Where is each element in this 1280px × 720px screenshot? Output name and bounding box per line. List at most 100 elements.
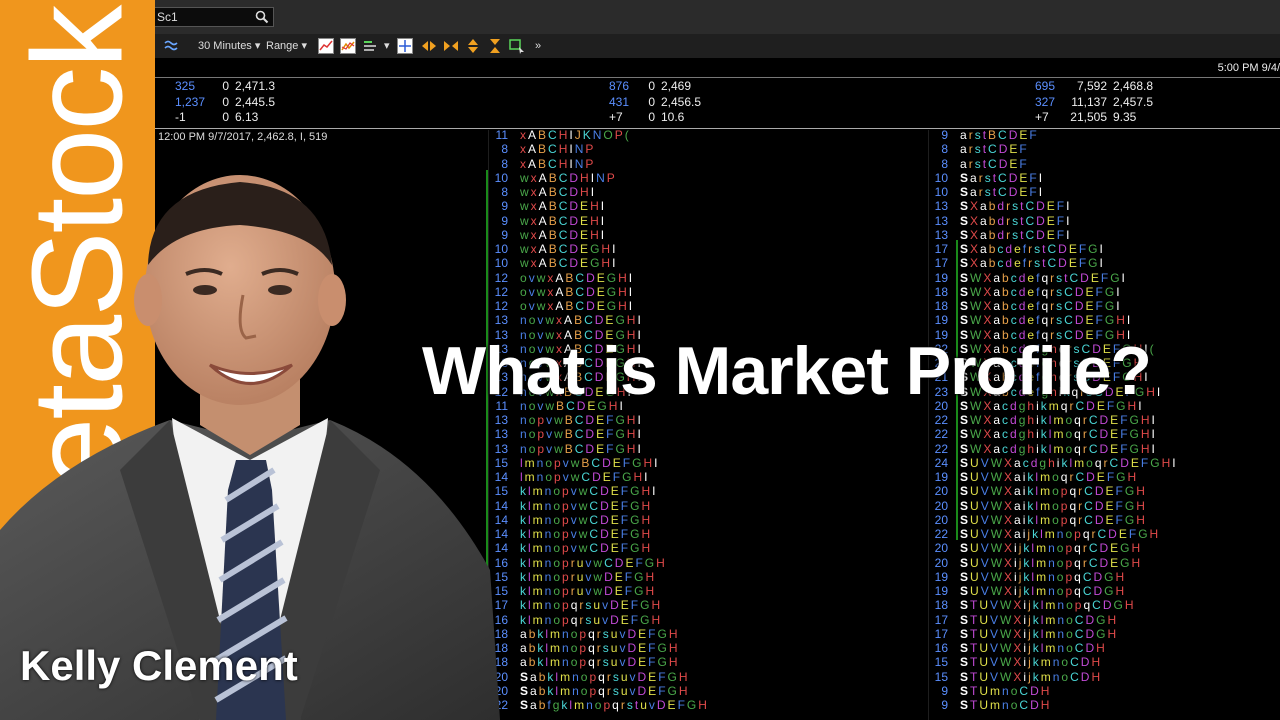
tpo-count: 18: [934, 598, 948, 613]
zoom-vertical-icon[interactable]: [487, 38, 503, 54]
profile-row: 14 klmnopvwCDEFGH: [484, 513, 709, 527]
tpo-letters: STUVWXijklmnoCDH: [960, 641, 1107, 655]
select-tool-icon[interactable]: [509, 38, 525, 54]
line-chart-icon[interactable]: [318, 38, 334, 54]
tpo-count: 17: [934, 626, 948, 641]
tpo-count: 20: [934, 555, 948, 570]
tpo-count: 9: [941, 698, 948, 712]
profile-row: 15 lmnopvwBCDEFGHI: [484, 456, 709, 470]
quote-row: 876 0 2,469: [609, 79, 692, 93]
profile-row: 9 wxABCDEHI: [484, 214, 709, 228]
profile-row: 18 abklmnopqrsuvDEFGH: [484, 627, 709, 641]
tpo-letters: SWXabcdefqrstCDEFGI: [960, 270, 1127, 285]
profile-row: 13 SXabdrstCDEFI: [924, 199, 1178, 213]
tpo-letters: SXabdrstCDEFI: [960, 213, 1072, 228]
profile-row: 14 klmnopvwCDEFGH: [484, 541, 709, 555]
tpo-count: 9: [941, 683, 948, 698]
quote-row: +7 21,505 9.35: [1035, 110, 1137, 124]
profile-row: 20 SUVWXaiklmopqrCDEFGH: [924, 513, 1178, 527]
profile-row: 15 STUVWXijkmnoCDH: [924, 655, 1178, 669]
profile-row: 16 klmnopqrsuvDEFGH: [484, 613, 709, 627]
tpo-letters: SUVWXaiklmopqrCDEFGH: [960, 484, 1147, 499]
profile-row: 16 klmnopruvwCDEFGH: [484, 556, 709, 570]
profile-row: 17 klmnopqrsuvDEFGH: [484, 598, 709, 612]
tpo-letters: SWXabcdefqrsCDEFGI: [960, 284, 1122, 299]
presenter-name: Kelly Clement: [20, 642, 298, 689]
profile-row: 14 klmnopvwCDEFGH: [484, 499, 709, 513]
tpo-letters: xABCHINP: [520, 156, 596, 171]
tpo-letters: xABCHIJKNOP(: [520, 128, 631, 142]
tpo-letters: klmnopruvwDEFGH: [520, 584, 657, 598]
profile-row: 22 SWXacdghiklmoqrCDEFGHI: [924, 427, 1178, 441]
tpo-letters: wxABCDEGHI: [520, 242, 618, 256]
profile-row: 10 wxABCDEGHI: [484, 256, 709, 270]
compare-chart-icon[interactable]: [340, 38, 356, 54]
tpo-count: 15: [934, 655, 948, 670]
profile-row: 16 STUVWXijklmnoCDH: [924, 641, 1178, 655]
tpo-letters: klmnopvwCDEFGH: [520, 498, 653, 513]
profile-row: 8 arstCDEF: [924, 142, 1178, 156]
tpo-count: 20: [934, 498, 948, 513]
profile-row: 18 abklmnopqrsuvDEFGH: [484, 641, 709, 655]
tpo-count: 8: [501, 156, 508, 171]
profile-row: 8 arstCDEF: [924, 157, 1178, 171]
profile-row: 14 klmnopvwCDEFGH: [484, 527, 709, 541]
scroll-left-right-icon[interactable]: [421, 38, 437, 54]
profile-row: 19 SUVWXaiklmoqrCDEFGH: [924, 470, 1178, 484]
chart-toolbar: 30 Minutes ▾ Range ▾ ▾ »: [0, 34, 1280, 58]
indicator-icon[interactable]: [362, 38, 378, 54]
tpo-letters: abklmnopqrsuvDEFGH: [520, 626, 680, 641]
tpo-letters: STUmnoCDH: [960, 698, 1052, 712]
tpo-letters: wxABCDEHI: [520, 213, 607, 228]
tpo-letters: arstCDEF: [960, 142, 1029, 157]
crosshair-icon[interactable]: [397, 38, 413, 54]
tpo-letters: SUVWXacdghiklmoqrCDEFGHI: [960, 455, 1178, 470]
tpo-count: 20: [934, 541, 948, 556]
tpo-count: 8: [941, 142, 948, 157]
search-icon[interactable]: [255, 10, 269, 24]
tpo-letters: ovwxABCDEGHI: [520, 284, 635, 299]
tpo-count: 9: [941, 128, 948, 142]
tpo-letters: SarstCDEFI: [960, 170, 1045, 185]
symbol-search-field[interactable]: Sc1: [150, 7, 274, 27]
profile-row: 8 xABCHINP: [484, 142, 709, 156]
profile-row: 19 SUVWXijklmnopqCDGH: [924, 570, 1178, 584]
tpo-letters: arstBCDEF: [960, 128, 1039, 142]
quote-row: +7 0 10.6: [609, 110, 685, 124]
tpo-letters: STUVWXijkmnoCDH: [960, 669, 1103, 684]
interval-dropdown[interactable]: 30 Minutes ▾: [198, 38, 260, 54]
market-profile-left: 11 xABCHIJKNOP(8 xABCHINP 8 xABCHINP 10 wxABCD…: [484, 128, 709, 712]
tpo-letters: nopvwBCDEFGHI: [520, 413, 643, 427]
profile-row: 15 klmnopruvwDEFGH: [484, 570, 709, 584]
profile-row: 9 wxABCDEHI: [484, 228, 709, 242]
profile-row: 15 klmnopvwCDEFGHI: [484, 484, 709, 498]
tpo-letters: SUVWXijklmnopqrCDEGH: [960, 555, 1143, 570]
quote-block-2: 876 0 2,469 431 0 2,456.5 +7 0 10.6: [609, 79, 701, 126]
tpo-count: 8: [501, 142, 508, 157]
tpo-count: 11: [495, 128, 508, 142]
profile-row: 18 SWXabcdefqrsCDEFGI: [924, 285, 1178, 299]
range-dropdown[interactable]: Range ▾: [266, 38, 307, 54]
profile-row: 20 SUVWXijklmnopqrCDEGH: [924, 556, 1178, 570]
tpo-letters: STUVWXijkmnoCDH: [960, 655, 1103, 670]
tpo-count: 19: [934, 569, 948, 584]
indicator-dropdown-arrow[interactable]: ▾: [384, 38, 390, 54]
zoom-horizontal-icon[interactable]: [443, 38, 459, 54]
tpo-count: 17: [934, 612, 948, 627]
tpo-letters: klmnopvwCDEFGH: [520, 541, 653, 556]
tpo-letters: SWXabcdefqrsCDEFGHI: [960, 313, 1133, 328]
tpo-letters: SWXabcdefqrsCDEFGI: [960, 299, 1122, 313]
more-tools-chevron[interactable]: »: [535, 38, 541, 54]
quote-row: 695 7,592 2,468.8: [1035, 79, 1154, 93]
wave-icon[interactable]: [164, 38, 180, 54]
tpo-count: 19: [934, 470, 948, 484]
tpo-count: 20: [934, 484, 948, 499]
tpo-letters: SabklmnopqrsuvDEFGH: [520, 683, 690, 698]
profile-row: 13 novwxABCDEGHI: [484, 313, 709, 327]
tpo-letters: ovwxABCDEGHI: [520, 299, 635, 313]
profile-row: 12 ovwxABCDEGHI: [484, 271, 709, 285]
tpo-letters: STUVWXijklmnopqCDGH: [960, 598, 1136, 613]
scroll-up-down-icon[interactable]: [465, 38, 481, 54]
quote-block-1: 325 0 2,471.3 1,237 0 2,445.5 -1 0 6.13: [175, 79, 275, 126]
quote-row: 325 0 2,471.3: [175, 79, 276, 93]
